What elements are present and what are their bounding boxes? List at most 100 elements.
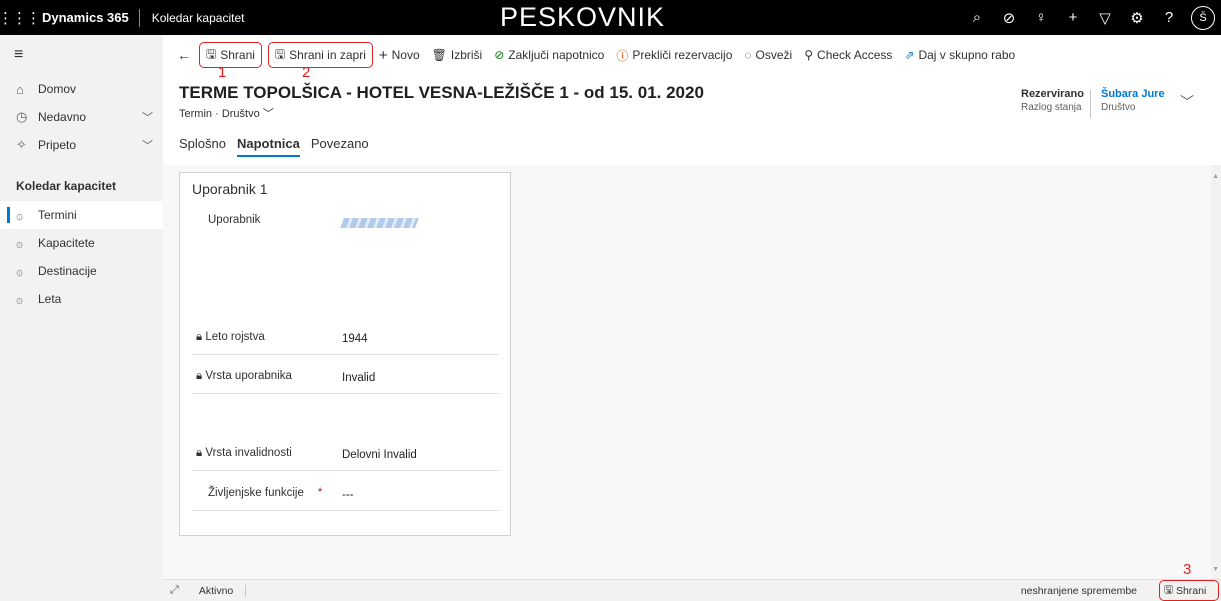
alert-circle-icon: ⓘ [616, 48, 629, 63]
pin-icon: ✧ [16, 137, 27, 152]
trash-icon: 🗑 [431, 48, 447, 62]
hamburger-icon[interactable]: ≡ [0, 35, 163, 75]
save-label: Shrani [220, 48, 255, 62]
share-button[interactable]: ⇗ Daj v skupno rabo [898, 42, 1021, 68]
tab-related[interactable]: Povezano [311, 136, 369, 157]
separator: · [215, 108, 219, 120]
expand-icon[interactable]: ⤢ [170, 584, 179, 597]
section-card: Uporabnik 1 Uporabnik 🔒︎ Leto rojstva 19… [179, 172, 511, 536]
tab-voucher[interactable]: Napotnica [236, 136, 300, 157]
plus-icon: + [378, 46, 388, 64]
task-icon[interactable]: ⊘ [993, 9, 1025, 27]
close-voucher-label: Zaključi napotnico [508, 48, 605, 62]
new-label: Novo [391, 48, 420, 62]
field-label: 🔒︎ Vrsta invalidnosti [196, 447, 292, 460]
sidebar-item-pinned[interactable]: ✧ Pripeto ﹀ [0, 131, 163, 159]
plus-icon[interactable]: + [1057, 9, 1089, 26]
lock-icon: 🔒︎ [196, 447, 203, 459]
share-icon: ⇗ [904, 48, 915, 62]
cancel-reservation-label: Prekliči rezervacijo [632, 48, 733, 62]
field-label: 🔒︎ Leto rojstva [196, 331, 265, 344]
environment-banner: PESKOVNIK [500, 2, 666, 32]
scrollbar[interactable]: ▲ ▼ [1211, 165, 1221, 579]
footer-save-button[interactable]: 🖫 Shrani [1159, 580, 1219, 601]
refresh-button[interactable]: ◌ Osveži [738, 42, 798, 68]
save-button[interactable]: 🖫 Shrani [199, 42, 262, 68]
cancel-reservation-button[interactable]: ⓘ Prekliči rezervacijo [610, 42, 738, 68]
sidebar-item-leta[interactable]: ۞ Leta [0, 285, 163, 313]
area-name[interactable]: Koledar kapacitet [140, 11, 245, 25]
divider [245, 584, 247, 597]
field-value-user[interactable] [340, 218, 419, 231]
chevron-down-icon[interactable]: ﹀ [142, 109, 153, 125]
share-label: Daj v skupno rabo [918, 48, 1016, 62]
sidebar-item-label: Domov [38, 82, 77, 96]
field-user-type: 🔒︎ Vrsta uporabnika Invalid [192, 356, 499, 394]
sidebar-item-label: Pripeto [38, 138, 77, 152]
top-nav-bar: ⋮⋮⋮ Dynamics 365 Koledar kapacitet PESKO… [0, 0, 1221, 35]
record-subtitle: Termin · Društvo ﹀ [179, 105, 274, 121]
form-selector[interactable]: Društvo ﹀ [222, 108, 274, 120]
sidebar-item-home[interactable]: ⌂ Domov [0, 75, 163, 103]
record-title: TERME TOPOLŠICA - HOTEL VESNA-LEŽIŠČE 1 … [179, 83, 704, 102]
scroll-up-icon[interactable]: ▲ [1212, 173, 1219, 180]
back-button[interactable]: ← [171, 42, 199, 68]
field-value: 1944 [342, 333, 368, 345]
annotation-3: 3 [1183, 561, 1192, 578]
field-label-text: Vrsta invalidnosti [205, 447, 292, 459]
field-label: 🔒︎ Vrsta uporabnika [196, 370, 292, 383]
lock-icon: 🔒︎ [196, 331, 203, 343]
scroll-down-icon[interactable]: ▼ [1212, 566, 1219, 573]
divider [1090, 90, 1091, 118]
close-voucher-button[interactable]: ⊘ Zaključi napotnico [488, 42, 610, 68]
save-close-label: Shrani in zapri [289, 48, 366, 62]
sidebar-item-recent[interactable]: ◷ Nedavno ﹀ [0, 103, 163, 131]
required-marker: * [317, 487, 323, 499]
section-title: Uporabnik 1 [192, 181, 268, 197]
owner-label: Društvo [1101, 102, 1136, 113]
gear-icon[interactable]: ⚙ [1121, 9, 1153, 27]
sidebar-item-label: Nedavno [38, 110, 87, 124]
check-circle-icon: ⊘ [494, 48, 505, 62]
field-disability-type: 🔒︎ Vrsta invalidnosti Delovni Invalid [192, 433, 499, 471]
sidebar-item-label: Destinacije [38, 264, 97, 278]
avatar[interactable]: Š [1191, 5, 1215, 30]
field-label-text: Vrsta uporabnika [205, 370, 292, 382]
footer-save-label: Shrani [1175, 584, 1207, 597]
command-bar: ← 🖫 Shrani 🖫 Shrani in zapri + Novo 🗑 Iz… [163, 40, 1221, 70]
tab-general[interactable]: Splošno [179, 136, 226, 157]
save-close-button[interactable]: 🖫 Shrani in zapri [267, 42, 373, 68]
refresh-icon: ◌ [744, 48, 752, 62]
sidebar-group-title: Koledar kapacitet [16, 179, 117, 193]
search-icon[interactable]: ⌕ [961, 9, 993, 26]
header-status-field: Rezervirano Razlog stanja [1021, 88, 1084, 113]
arrow-left-icon: ← [177, 47, 191, 63]
blurred-value [340, 218, 419, 228]
key-icon: ⚲ [804, 48, 814, 62]
owner-link[interactable]: Šubara Jure [1101, 88, 1165, 100]
help-icon[interactable]: ? [1153, 9, 1185, 26]
lock-icon: 🔒︎ [196, 370, 203, 382]
check-access-button[interactable]: ⚲ Check Access [798, 42, 898, 68]
sidebar-item-destinacije[interactable]: ۞ Destinacije [0, 257, 163, 285]
entity-icon: ۞ [16, 236, 24, 250]
sidebar-item-kapacitete[interactable]: ۞ Kapacitete [0, 229, 163, 257]
delete-button[interactable]: 🗑 Izbriši [426, 42, 489, 68]
chevron-down-icon[interactable]: ﹀ [142, 137, 153, 153]
form-name: Društvo [221, 108, 260, 120]
field-label-text: Leto rojstva [205, 331, 265, 343]
lightbulb-icon[interactable]: ♀ [1025, 9, 1057, 26]
chevron-down-icon[interactable]: ﹀ [1180, 92, 1194, 112]
app-name[interactable]: Dynamics 365 [38, 10, 139, 25]
new-button[interactable]: + Novo [373, 42, 426, 68]
sidebar-item-termini[interactable]: ۞ Termini [0, 201, 163, 229]
form-content: Uporabnik 1 Uporabnik 🔒︎ Leto rojstva 19… [163, 165, 1221, 579]
check-access-label: Check Access [817, 48, 893, 62]
filter-icon[interactable]: ▽ [1089, 9, 1121, 27]
app-launcher-icon[interactable]: ⋮⋮⋮ [0, 0, 41, 35]
annotation-2: 2 [302, 64, 311, 81]
field-value-input[interactable]: --- [342, 489, 354, 501]
save-close-icon: 🖫 [274, 46, 286, 61]
field-user: Uporabnik [192, 200, 499, 280]
field-value: Invalid [342, 372, 376, 384]
